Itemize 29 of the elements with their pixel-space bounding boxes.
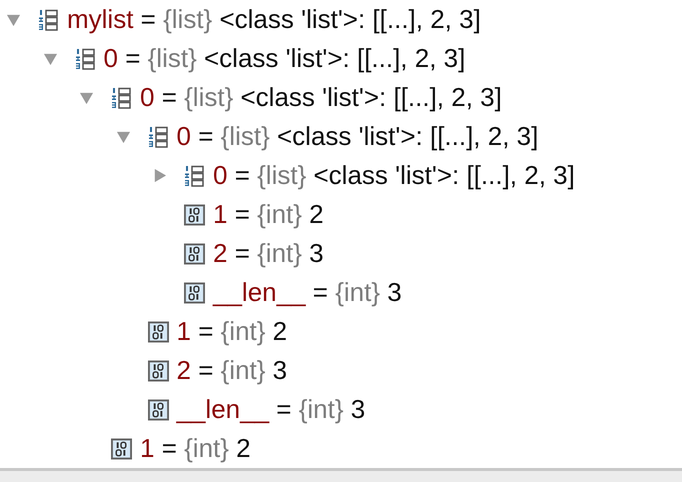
list-icon [74,48,96,70]
collapse-arrow-icon[interactable] [6,12,21,27]
list-icon [111,86,132,108]
variable-entry[interactable]: 0 = {list} <class 'list'>: [[...], 2, 3] [140,82,502,113]
collapse-arrow-icon[interactable] [42,51,58,66]
variable-entry[interactable]: __len__ = {int} 3 [213,277,402,308]
binary-icon [184,204,205,226]
binary-icon [184,282,205,304]
variable-entry[interactable]: 2 = {int} 3 [213,238,324,269]
variable-entry[interactable]: 1 = {int} 2 [140,433,251,464]
expand-arrow-icon[interactable] [152,168,167,183]
list-icon [184,164,205,186]
list-icon [38,8,59,30]
binary-icon [111,438,132,460]
list-icon [148,126,168,148]
variable-entry[interactable]: __len__ = {int} 3 [176,394,366,425]
variable-entry[interactable]: 1 = {int} 2 [176,316,288,347]
binary-icon [148,320,168,342]
collapse-arrow-icon[interactable] [79,90,94,105]
variable-entry[interactable]: mylist = {list} <class 'list'>: [[...], 2, 3] [67,4,481,35]
binary-icon [148,398,168,420]
variable-entry[interactable]: 0 = {list} <class 'list'>: [[...], 2, 3] [213,160,575,191]
variable-entry[interactable]: 0 = {list} <class 'list'>: [[...], 2, 3] [104,43,466,74]
binary-icon [184,242,205,264]
variable-entry[interactable]: 0 = {list} <class 'list'>: [[...], 2, 3] [176,121,538,152]
variable-entry[interactable]: 2 = {int} 3 [176,355,288,386]
binary-icon [148,360,168,382]
variable-entry[interactable]: 1 = {int} 2 [213,199,324,230]
collapse-arrow-icon[interactable] [116,129,130,144]
